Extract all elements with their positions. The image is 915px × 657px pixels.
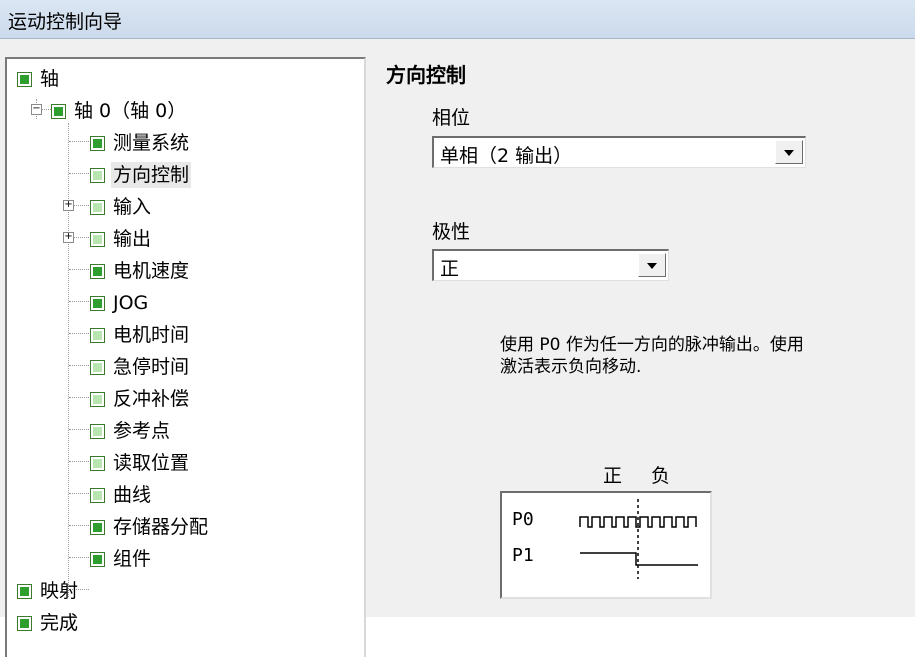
expand-icon[interactable]: + (63, 200, 74, 211)
checkbox-icon[interactable] (90, 359, 105, 375)
tree-connector (74, 237, 89, 238)
window-title: 运动控制向导 (8, 11, 123, 33)
tree-connector (69, 365, 89, 366)
checkbox-icon[interactable] (90, 199, 105, 215)
tree-item-motor-time[interactable]: 电机时间 (90, 319, 191, 351)
checkbox-icon[interactable] (51, 103, 66, 119)
checkbox-icon[interactable] (17, 71, 32, 87)
section-title: 方向控制 (386, 63, 466, 87)
tree-connector (69, 429, 89, 430)
collapse-icon[interactable]: − (31, 104, 42, 115)
tree-item-label: 参考点 (113, 420, 171, 442)
tree-item-backlash[interactable]: 反冲补偿 (90, 383, 191, 415)
checkbox-icon[interactable] (90, 295, 105, 311)
chevron-down-icon[interactable] (638, 253, 666, 277)
polarity-select[interactable]: 正 (432, 249, 669, 281)
waveform-icon (579, 499, 698, 579)
tree-connector (69, 333, 89, 334)
tree-item-label: JOG (113, 292, 149, 314)
polarity-label: 极性 (432, 221, 471, 243)
tree-item-label: 电机速度 (113, 260, 190, 282)
checkbox-icon[interactable] (90, 519, 105, 535)
tree-connector (69, 557, 89, 558)
tree-item-label: 存储器分配 (113, 516, 209, 538)
checkbox-icon[interactable] (90, 423, 105, 439)
tree-item-label: 完成 (40, 612, 79, 634)
tree-item-label: 读取位置 (113, 452, 190, 474)
tree-item-label: 曲线 (113, 484, 152, 506)
tree-connector (69, 301, 89, 302)
tree-item-label: 组件 (113, 548, 152, 570)
tree-item-memory-allocation[interactable]: 存储器分配 (90, 511, 210, 543)
tree-item-profile[interactable]: 曲线 (90, 479, 153, 511)
checkbox-icon[interactable] (90, 551, 105, 567)
tree-item-label: 轴 0（轴 0） (74, 100, 187, 122)
tree-connector (69, 493, 89, 494)
checkbox-icon[interactable] (90, 455, 105, 471)
tree-item-axes[interactable]: 轴 (17, 63, 61, 95)
tree-item-jog[interactable]: JOG (90, 287, 150, 319)
checkbox-icon[interactable] (90, 487, 105, 503)
tree-item-outputs[interactable]: 输出 (90, 223, 153, 255)
pulse-waveform-diagram: P0 P1 (500, 491, 712, 599)
checkbox-icon[interactable] (17, 583, 32, 599)
description-text: 使用 P0 作为任一方向的脉冲输出。使用 激活表示负向移动. (500, 335, 804, 377)
polarity-select-value: 正 (440, 258, 460, 280)
wizard-client-area: − + + 轴 轴 0（轴 0） 测量系统 方向控制 输入 输出 电机速度 JO… (0, 39, 915, 657)
tree-connector (69, 461, 89, 462)
expand-icon[interactable]: + (63, 232, 74, 243)
tree-item-axis-0[interactable]: 轴 0（轴 0） (51, 95, 188, 127)
tree-item-read-position[interactable]: 读取位置 (90, 447, 191, 479)
phase-label: 相位 (432, 107, 471, 129)
tree-item-label: 急停时间 (113, 356, 190, 378)
tree-item-motor-speed[interactable]: 电机速度 (90, 255, 191, 287)
phase-select-value: 单相（2 输出） (440, 145, 573, 167)
tree-item-label: 反冲补偿 (113, 388, 190, 410)
tree-item-mapping[interactable]: 映射 (17, 575, 80, 607)
checkbox-icon[interactable] (17, 615, 32, 631)
tree-item-reference-point[interactable]: 参考点 (90, 415, 172, 447)
tree-connector (69, 397, 89, 398)
diagram-positive-label: 正 (603, 465, 623, 487)
tree-item-stop-time[interactable]: 急停时间 (90, 351, 191, 383)
tree-connector (69, 141, 89, 142)
title-bar: 运动控制向导 (0, 0, 915, 39)
chevron-down-icon[interactable] (775, 140, 803, 164)
tree-item-direction-control[interactable]: 方向控制 (90, 159, 192, 191)
tree-item-label: 电机时间 (113, 324, 190, 346)
navigation-tree[interactable]: − + + 轴 轴 0（轴 0） 测量系统 方向控制 输入 输出 电机速度 JO… (5, 57, 366, 657)
checkbox-icon[interactable] (90, 167, 105, 183)
tree-item-measurement-system[interactable]: 测量系统 (90, 127, 191, 159)
checkbox-icon[interactable] (90, 231, 105, 247)
tree-item-label: 测量系统 (113, 132, 190, 154)
tree-item-complete[interactable]: 完成 (17, 607, 80, 639)
tree-item-label: 映射 (40, 580, 79, 602)
tree-item-label: 方向控制 (111, 162, 192, 188)
tree-item-inputs[interactable]: 输入 (90, 191, 153, 223)
tree-connector (69, 269, 89, 270)
tree-item-label: 轴 (40, 68, 60, 90)
checkbox-icon[interactable] (90, 391, 105, 407)
tree-connector (69, 525, 89, 526)
tree-item-label: 输入 (113, 196, 152, 218)
checkbox-icon[interactable] (90, 135, 105, 151)
tree-item-components[interactable]: 组件 (90, 543, 153, 575)
tree-connector (74, 205, 89, 206)
tree-item-label: 输出 (113, 228, 152, 250)
checkbox-icon[interactable] (90, 327, 105, 343)
diagram-negative-label: 负 (651, 465, 671, 487)
checkbox-icon[interactable] (90, 263, 105, 279)
phase-select[interactable]: 单相（2 输出） (432, 136, 806, 168)
tree-connector (69, 173, 89, 174)
